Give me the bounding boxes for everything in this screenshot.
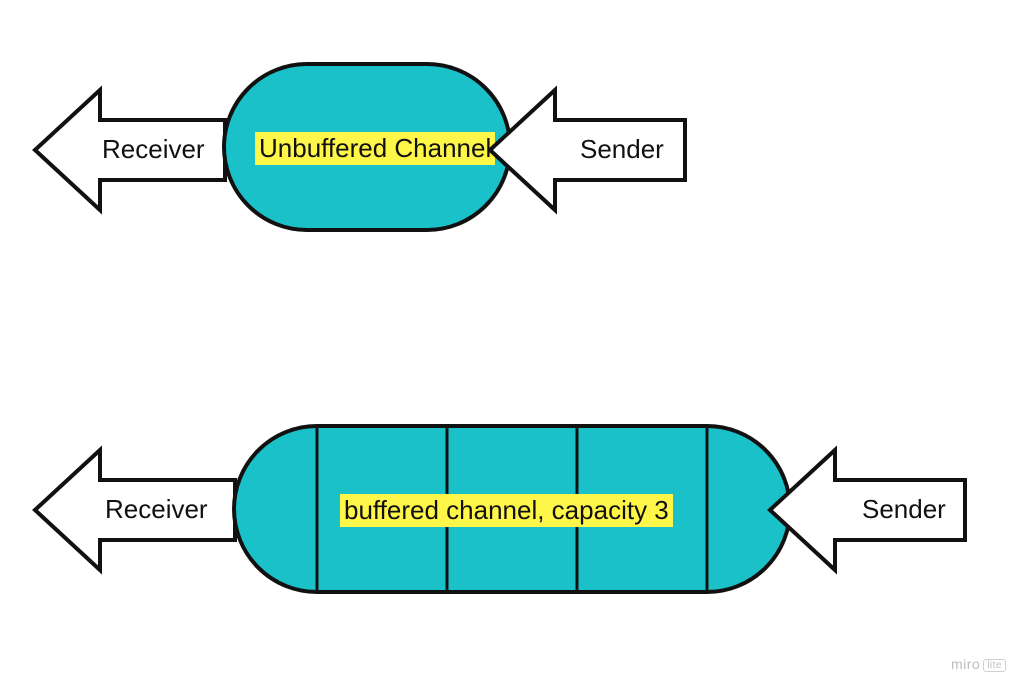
watermark-brand: miro xyxy=(951,656,980,672)
watermark-tier: lite xyxy=(983,659,1006,672)
buffered-receiver-label: Receiver xyxy=(105,494,208,525)
buffered-channel-label: buffered channel, capacity 3 xyxy=(340,494,673,527)
watermark: mirolite xyxy=(951,656,1006,672)
unbuffered-sender-label: Sender xyxy=(580,134,664,165)
unbuffered-receiver-label: Receiver xyxy=(102,134,205,165)
diagram-canvas: Receiver Unbuffered Channel Sender Recei… xyxy=(0,0,1024,682)
unbuffered-channel-label: Unbuffered Channel xyxy=(255,132,495,165)
buffered-sender-label: Sender xyxy=(862,494,946,525)
